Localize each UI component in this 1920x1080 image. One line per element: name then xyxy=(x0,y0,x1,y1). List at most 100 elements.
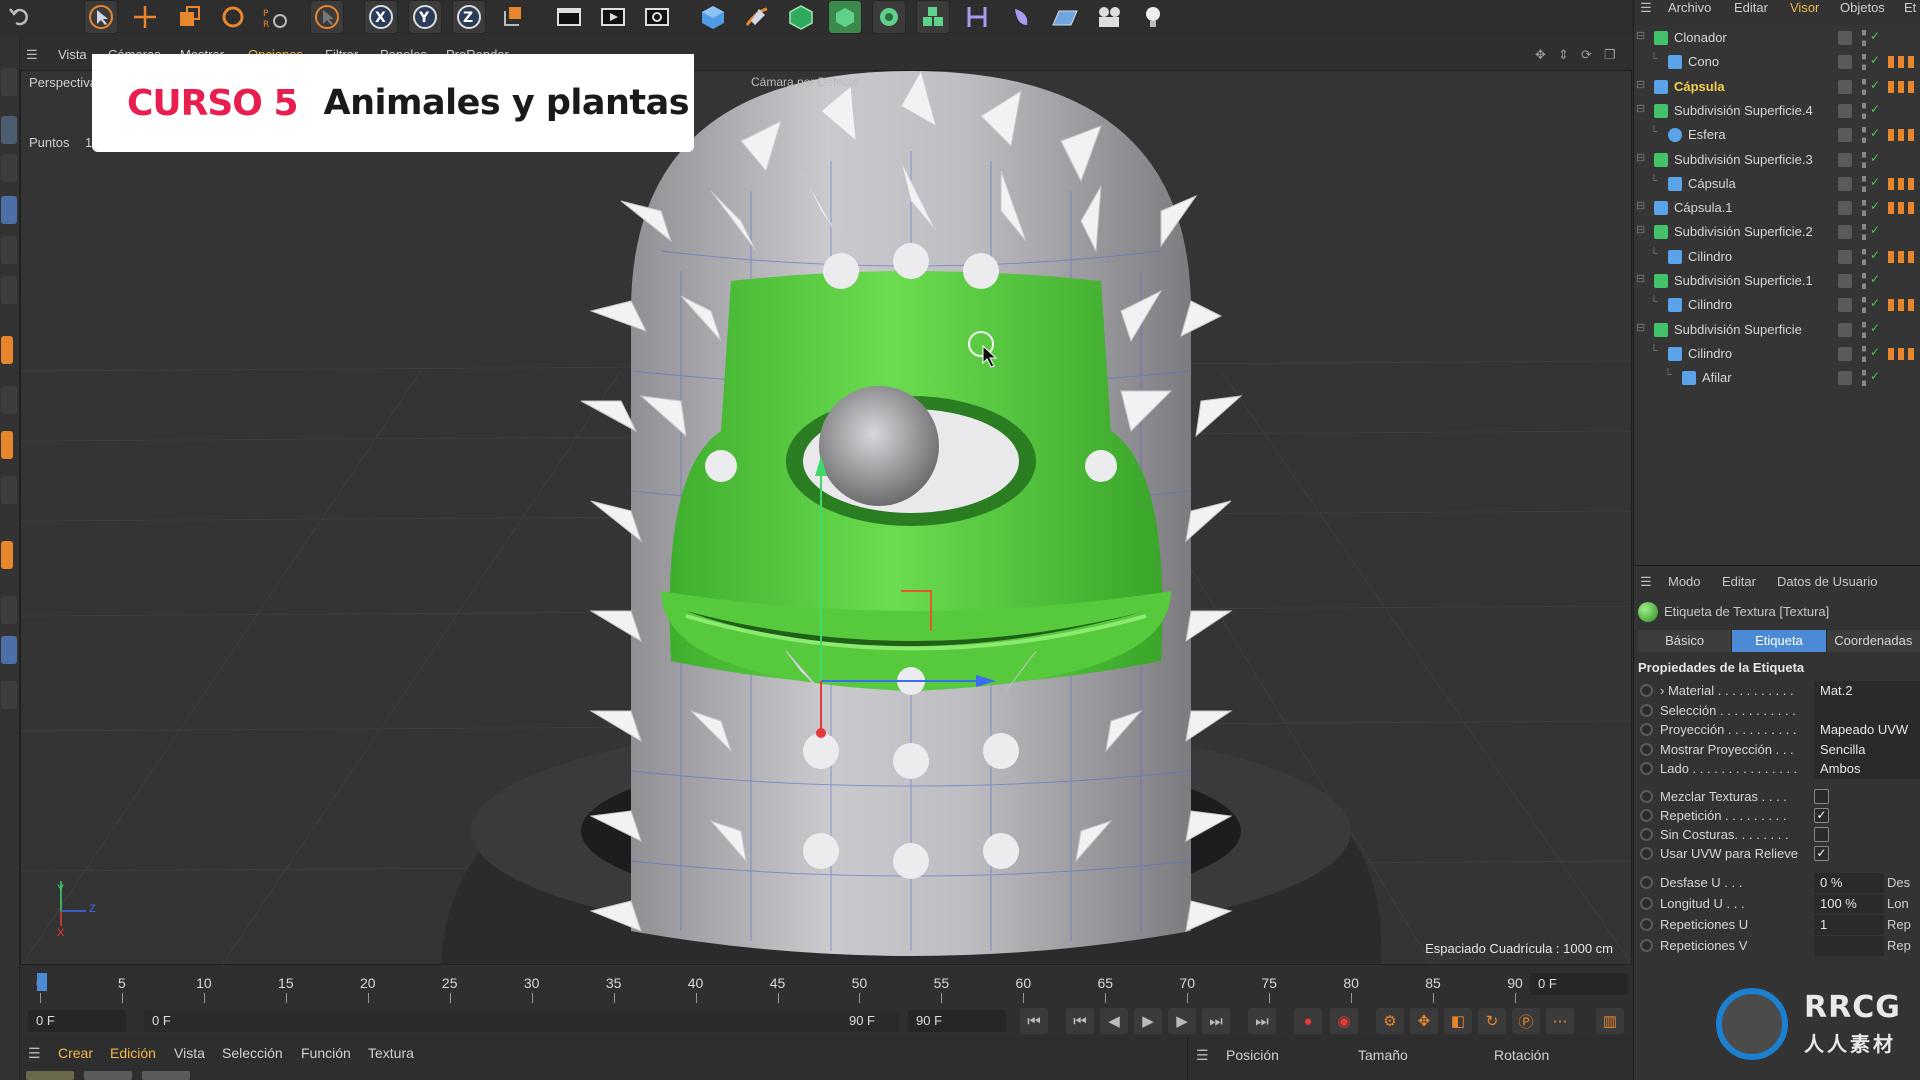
animate-radio-icon[interactable] xyxy=(1640,703,1653,717)
scale-key-icon[interactable]: ◧ xyxy=(1444,1008,1472,1034)
material-tags-icon[interactable] xyxy=(1888,347,1918,360)
expand-toggle-icon[interactable]: ⊟ xyxy=(1636,102,1645,115)
enabled-check-icon[interactable]: ✓ xyxy=(1870,199,1880,213)
material-menu-funcion[interactable]: Función xyxy=(301,1045,351,1061)
material-menu-seleccion[interactable]: Selección xyxy=(222,1045,283,1061)
coords-menu-icon[interactable]: ☰ xyxy=(1196,1047,1209,1064)
layer-flag-icon[interactable] xyxy=(1838,201,1852,216)
visibility-dots-icon[interactable] xyxy=(1862,102,1866,119)
om-menu-archivo[interactable]: Archivo xyxy=(1668,0,1711,15)
om-menu-etiquetas[interactable]: Et xyxy=(1904,0,1916,15)
points-mode-icon[interactable] xyxy=(1,196,17,224)
attr-menu-modo[interactable]: Modo xyxy=(1668,574,1701,589)
visibility-dots-icon[interactable] xyxy=(1862,321,1866,338)
material-tags-icon[interactable] xyxy=(1888,299,1918,312)
animate-radio-icon[interactable] xyxy=(1640,827,1653,841)
material-menu-edicion[interactable]: Edición xyxy=(110,1045,156,1061)
layer-flag-icon[interactable] xyxy=(1838,128,1852,143)
visibility-dots-icon[interactable] xyxy=(1862,127,1866,144)
property-value[interactable]: Sencilla xyxy=(1814,739,1920,760)
tab-basico[interactable]: Básico xyxy=(1638,630,1733,652)
recent-tool-icon[interactable]: PR xyxy=(258,0,292,34)
layer-flag-icon[interactable] xyxy=(1838,79,1852,94)
make-editable-icon[interactable] xyxy=(1,68,17,96)
om-menu-editar[interactable]: Editar xyxy=(1734,0,1768,15)
om-menu-objetos[interactable]: Objetos xyxy=(1840,0,1885,15)
viewport-menu-icon[interactable]: ☰ xyxy=(26,47,38,63)
animate-radio-icon[interactable] xyxy=(1640,723,1653,736)
texture-mode-icon[interactable] xyxy=(1,154,17,182)
animate-radio-icon[interactable] xyxy=(1640,742,1653,756)
material-tags-icon[interactable] xyxy=(1888,80,1918,93)
record-icon[interactable]: ● xyxy=(1294,1008,1322,1034)
object-tree-item[interactable]: └ Cápsula ✓ xyxy=(1634,172,1920,196)
rotation-key-icon[interactable]: ↻ xyxy=(1478,1008,1506,1034)
layer-flag-icon[interactable] xyxy=(1838,176,1852,191)
subdivision-surface-icon[interactable] xyxy=(784,0,818,34)
point-level-icon[interactable]: ⋯ xyxy=(1546,1008,1574,1034)
property-checkbox[interactable]: ✓ xyxy=(1814,807,1829,823)
field-icon[interactable] xyxy=(1004,0,1038,34)
material-tags-icon[interactable] xyxy=(1888,177,1918,190)
mograph-icon[interactable] xyxy=(916,0,950,34)
attr-menu-datos-usuario[interactable]: Datos de Usuario xyxy=(1777,574,1877,589)
visibility-dots-icon[interactable] xyxy=(1862,78,1866,95)
enabled-check-icon[interactable]: ✓ xyxy=(1870,53,1880,67)
workplane-icon[interactable] xyxy=(1,476,17,504)
property-checkbox[interactable] xyxy=(1814,788,1829,804)
object-tree-item[interactable]: ⊟ Subdivisión Superficie.4 ✓ xyxy=(1634,99,1920,123)
material-tags-icon[interactable] xyxy=(1888,56,1918,69)
layer-flag-icon[interactable] xyxy=(1838,225,1852,240)
enabled-check-icon[interactable]: ✓ xyxy=(1870,272,1880,286)
property-value[interactable]: Ambos xyxy=(1814,759,1920,779)
viewport-maximize-icon[interactable]: ❐ xyxy=(1604,47,1616,63)
animate-radio-icon[interactable] xyxy=(1640,896,1653,910)
lock-workplane-icon[interactable] xyxy=(1,596,17,624)
visibility-dots-icon[interactable] xyxy=(1862,151,1866,168)
layer-flag-icon[interactable] xyxy=(1838,371,1852,386)
position-key-icon[interactable]: ✥ xyxy=(1410,1008,1438,1034)
viewport-rotate-icon[interactable]: ⟳ xyxy=(1581,47,1592,63)
cube-icon[interactable] xyxy=(696,0,730,34)
render-view-icon[interactable] xyxy=(552,0,586,34)
object-tree-item[interactable]: ⊟ Subdivisión Superficie.3 ✓ xyxy=(1634,148,1920,172)
viewport-move-icon[interactable]: ✥ xyxy=(1535,47,1546,63)
object-tree-item[interactable]: └ Esfera ✓ xyxy=(1634,123,1920,147)
attribute-menu-icon[interactable]: ☰ xyxy=(1640,574,1652,590)
expand-toggle-icon[interactable]: ⊟ xyxy=(1636,78,1645,91)
om-menu-visor[interactable]: Visor xyxy=(1790,0,1819,15)
expand-toggle-icon[interactable]: ⊟ xyxy=(1636,199,1645,212)
start-frame-field[interactable]: 0 F xyxy=(28,1010,126,1032)
property-checkbox[interactable]: ✓ xyxy=(1814,845,1829,861)
object-tree-item[interactable]: ⊟ Cápsula.1 ✓ xyxy=(1634,196,1920,220)
material-tags-icon[interactable] xyxy=(1888,129,1918,142)
visibility-dots-icon[interactable] xyxy=(1862,273,1866,289)
grid-icon[interactable] xyxy=(1,681,17,709)
material-tags-icon[interactable] xyxy=(1888,202,1918,215)
layer-flag-icon[interactable] xyxy=(1838,346,1852,361)
autokey-icon[interactable]: ◉ xyxy=(1330,1008,1358,1034)
animate-radio-icon[interactable] xyxy=(1640,938,1653,952)
x-axis-icon[interactable]: X xyxy=(364,0,398,34)
deformer-icon[interactable] xyxy=(872,0,906,34)
material-menu-icon[interactable]: ☰ xyxy=(28,1045,41,1062)
end-frame-field[interactable]: 90 F xyxy=(908,1010,1006,1032)
object-tree-item[interactable]: └ Cilindro ✓ xyxy=(1634,245,1920,269)
layer-flag-icon[interactable] xyxy=(1838,249,1852,264)
play-icon[interactable]: ▶ xyxy=(1134,1008,1162,1034)
object-tree-item[interactable]: ⊟ Clonador ✓ xyxy=(1634,26,1920,50)
move-tool-icon[interactable] xyxy=(128,0,162,34)
expand-toggle-icon[interactable]: ⊟ xyxy=(1636,321,1645,334)
previous-frame-icon[interactable]: ◀ xyxy=(1100,1008,1128,1034)
visibility-dots-icon[interactable] xyxy=(1862,200,1866,217)
enabled-check-icon[interactable]: ✓ xyxy=(1870,29,1880,43)
enabled-check-icon[interactable]: ✓ xyxy=(1870,175,1880,189)
select-tool-icon[interactable] xyxy=(84,0,118,34)
enabled-check-icon[interactable]: ✓ xyxy=(1870,345,1880,359)
enabled-check-icon[interactable]: ✓ xyxy=(1870,151,1880,165)
visibility-dots-icon[interactable] xyxy=(1862,224,1866,241)
property-number-field[interactable]: 0 % xyxy=(1814,872,1884,893)
expand-toggle-icon[interactable]: ⊟ xyxy=(1636,151,1645,164)
tab-coordenadas[interactable]: Coordenadas xyxy=(1826,630,1920,652)
camera-icon[interactable] xyxy=(1092,0,1126,34)
